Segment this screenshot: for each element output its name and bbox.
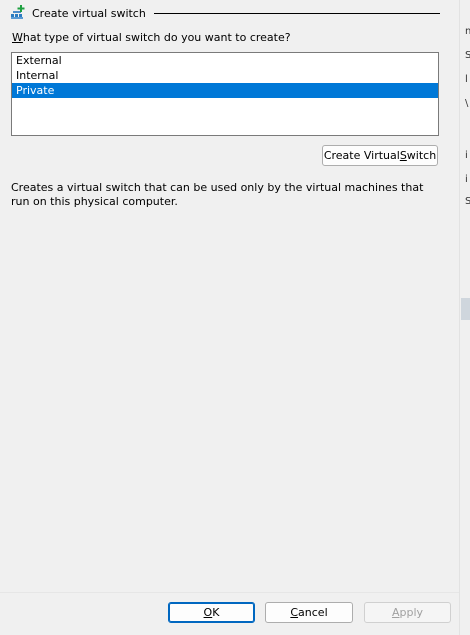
section-title: Create virtual switch xyxy=(32,6,146,20)
question-accelerator: W xyxy=(12,31,23,44)
list-item-external[interactable]: External xyxy=(12,53,438,68)
cancel-button[interactable]: Cancel xyxy=(265,602,353,623)
ok-accelerator: O xyxy=(203,606,213,619)
edge-text-fragment: \ xyxy=(465,98,469,109)
edge-selection-bar xyxy=(461,298,470,320)
apply-label: pply xyxy=(399,606,424,619)
ok-label: K xyxy=(212,606,220,619)
apply-accelerator: A xyxy=(391,606,400,619)
edge-text-fragment: S xyxy=(465,50,470,61)
apply-button[interactable]: Apply xyxy=(364,602,451,623)
question-text: hat type of virtual switch do you want t… xyxy=(22,31,291,44)
section-header: Create virtual switch xyxy=(10,4,440,22)
footer-divider xyxy=(0,592,459,593)
list-item-internal[interactable]: Internal xyxy=(12,68,438,83)
edge-text-fragment: i xyxy=(465,150,468,161)
ok-button[interactable]: OK xyxy=(168,602,255,623)
edge-text-fragment: i xyxy=(465,174,468,185)
virtual-switch-manager-window: Create virtual switch What type of virtu… xyxy=(0,0,470,635)
edge-text-fragment: S xyxy=(465,196,470,207)
create-button-suffix: witch xyxy=(406,149,437,162)
add-virtual-switch-icon xyxy=(11,5,25,19)
background-window-edge: n S l \ i i S xyxy=(459,0,470,635)
create-virtual-switch-button[interactable]: Create Virtual Switch xyxy=(322,145,438,166)
cancel-accelerator: C xyxy=(290,606,299,619)
edge-text-fragment: l xyxy=(465,74,468,85)
switch-type-question: What type of virtual switch do you want … xyxy=(12,31,291,44)
create-button-prefix: Create Virtual xyxy=(323,149,400,162)
section-divider xyxy=(153,13,440,14)
cancel-label: ancel xyxy=(298,606,328,619)
list-item-private[interactable]: Private xyxy=(12,83,438,98)
create-virtual-switch-panel: Create virtual switch What type of virtu… xyxy=(0,0,448,592)
switch-type-list[interactable]: External Internal Private xyxy=(11,52,439,136)
switch-type-description: Creates a virtual switch that can be use… xyxy=(11,181,424,208)
create-button-accelerator: S xyxy=(399,149,407,162)
edge-text-fragment: n xyxy=(465,26,470,37)
